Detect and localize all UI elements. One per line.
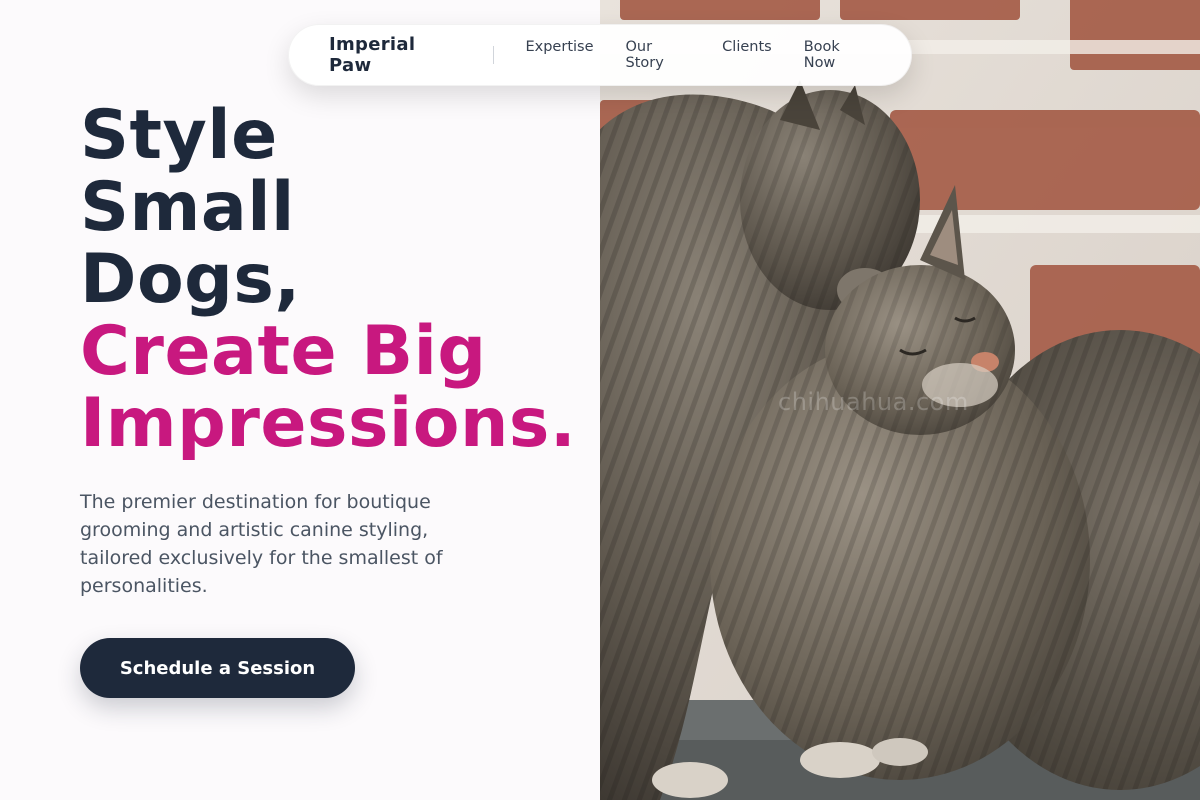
hero-photo: chihuahua.com xyxy=(600,0,1200,800)
headline-accent-line: Create Big xyxy=(80,312,487,391)
hero-subtitle: The premier destination for boutique gro… xyxy=(80,491,443,597)
hero-section: Style Small Dogs, Create Big Impressions… xyxy=(80,100,620,600)
headline-accent-line: Impressions. xyxy=(80,384,577,463)
nav-divider xyxy=(492,46,494,64)
nav-link-our-story[interactable]: Our Story xyxy=(626,39,691,71)
schedule-session-button[interactable]: Schedule a Session xyxy=(80,638,355,698)
landing-page: chihuahua.com Style Small Dogs, Create B… xyxy=(0,0,1200,800)
hero-headline: Style Small Dogs, Create Big Impressions… xyxy=(80,100,620,460)
headline-line: Small xyxy=(80,168,295,247)
nav-link-book-now[interactable]: Book Now xyxy=(804,39,871,71)
headline-line: Style xyxy=(80,96,278,175)
nav-links: Expertise Our Story Clients Book Now xyxy=(525,39,871,71)
photo-watermark: chihuahua.com xyxy=(778,388,969,416)
headline-line: Dogs, xyxy=(80,240,301,319)
nav-link-clients[interactable]: Clients xyxy=(722,39,772,71)
nav-link-expertise[interactable]: Expertise xyxy=(525,39,593,71)
top-navigation: Imperial Paw Expertise Our Story Clients… xyxy=(288,24,912,86)
brand-logo-text[interactable]: Imperial Paw xyxy=(329,34,461,76)
